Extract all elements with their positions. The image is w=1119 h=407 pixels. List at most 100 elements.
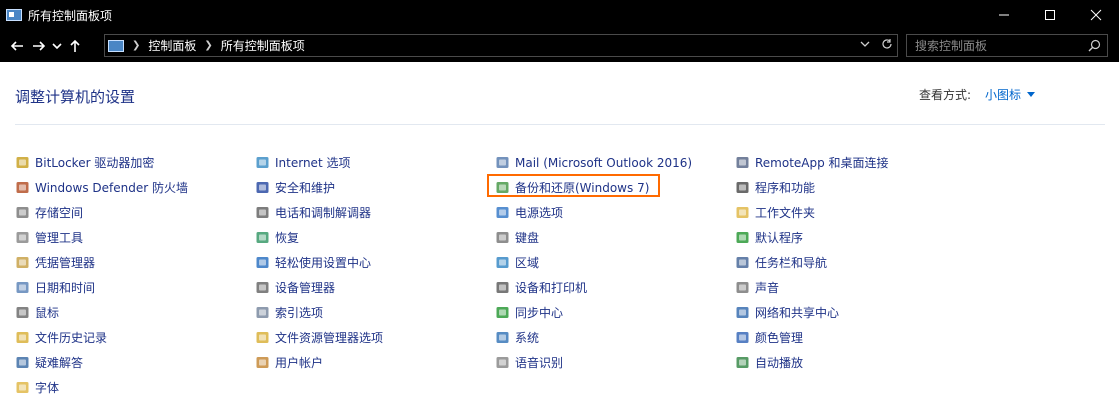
title-bar: 所有控制面板项 — [0, 0, 1119, 30]
control-panel-item-label[interactable]: 鼠标 — [35, 304, 59, 321]
control-panel-item[interactable]: 默认程序 — [735, 225, 889, 250]
breadcrumb-all-items[interactable]: 所有控制面板项 — [221, 37, 305, 54]
search-input[interactable] — [915, 38, 1085, 53]
control-panel-item[interactable]: 键盘 — [495, 225, 692, 250]
view-by-value[interactable]: 小图标 — [985, 86, 1021, 103]
control-panel-item[interactable]: 文件历史记录 — [15, 325, 188, 350]
control-panel-item-label[interactable]: 存储空间 — [35, 204, 83, 221]
control-panel-item-label[interactable]: 任务栏和导航 — [755, 254, 827, 271]
control-panel-item[interactable]: 用户帐户 — [255, 350, 383, 375]
control-panel-item-label[interactable]: 日期和时间 — [35, 279, 95, 296]
control-panel-item[interactable]: 系统 — [495, 325, 692, 350]
control-panel-item[interactable]: 凭据管理器 — [15, 250, 188, 275]
firewall-icon — [15, 180, 30, 195]
control-panel-item-label[interactable]: 区域 — [515, 254, 539, 271]
control-panel-item-label[interactable]: 电源选项 — [515, 204, 563, 221]
control-panel-item[interactable]: 安全和维护 — [255, 175, 383, 200]
control-panel-item-label[interactable]: 颜色管理 — [755, 329, 803, 346]
control-panel-item-label[interactable]: 管理工具 — [35, 229, 83, 246]
control-panel-item-label[interactable]: 系统 — [515, 329, 539, 346]
control-panel-item-label[interactable]: 程序和功能 — [755, 179, 815, 196]
control-panel-item[interactable]: 疑难解答 — [15, 350, 188, 375]
control-panel-item[interactable]: 自动播放 — [735, 350, 889, 375]
control-panel-item[interactable]: 设备和打印机 — [495, 275, 692, 300]
control-panel-item[interactable]: 任务栏和导航 — [735, 250, 889, 275]
control-panel-item-label[interactable]: 电话和调制解调器 — [275, 204, 371, 221]
control-panel-item-label[interactable]: 默认程序 — [755, 229, 803, 246]
network-sharing-icon — [735, 305, 750, 320]
breadcrumb-separator-icon[interactable]: ❯ — [204, 40, 212, 51]
control-panel-item[interactable]: 网络和共享中心 — [735, 300, 889, 325]
control-panel-item-label[interactable]: 同步中心 — [515, 304, 563, 321]
control-panel-item-label[interactable]: 网络和共享中心 — [755, 304, 839, 321]
control-panel-item[interactable]: 声音 — [735, 275, 889, 300]
close-button[interactable] — [1073, 0, 1119, 30]
control-panel-item-label[interactable]: 字体 — [35, 379, 59, 396]
control-panel-item-label[interactable]: 设备和打印机 — [515, 279, 587, 296]
control-panel-item[interactable]: Windows Defender 防火墙 — [15, 175, 188, 200]
forward-button[interactable] — [28, 32, 50, 60]
control-panel-item-label[interactable]: 设备管理器 — [275, 279, 335, 296]
control-panel-item[interactable]: 恢复 — [255, 225, 383, 250]
control-panel-item[interactable]: 区域 — [495, 250, 692, 275]
speech-microphone-icon — [495, 355, 510, 370]
up-button[interactable] — [64, 32, 86, 60]
control-panel-item[interactable]: RemoteApp 和桌面连接 — [735, 150, 889, 175]
control-panel-item-label[interactable]: 文件历史记录 — [35, 329, 107, 346]
control-panel-item[interactable]: 存储空间 — [15, 200, 188, 225]
control-panel-item[interactable]: Mail (Microsoft Outlook 2016) — [495, 150, 692, 175]
breadcrumb-separator-icon[interactable]: ❯ — [132, 40, 140, 51]
control-panel-item[interactable]: 设备管理器 — [255, 275, 383, 300]
control-panel-item-label[interactable]: 恢复 — [275, 229, 299, 246]
address-dropdown-icon[interactable] — [859, 38, 871, 50]
control-panel-item-label[interactable]: 安全和维护 — [275, 179, 335, 196]
recent-locations-button[interactable] — [50, 32, 64, 60]
control-panel-item[interactable]: 颜色管理 — [735, 325, 889, 350]
control-panel-item-label[interactable]: Windows Defender 防火墙 — [35, 179, 188, 196]
control-panel-item[interactable]: 索引选项 — [255, 300, 383, 325]
control-panel-item-label[interactable]: 声音 — [755, 279, 779, 296]
address-bar[interactable]: ❯ 控制面板 ❯ 所有控制面板项 — [104, 34, 898, 57]
device-manager-icon — [255, 280, 270, 295]
address-actions — [859, 38, 893, 50]
control-panel-item[interactable]: BitLocker 驱动器加密 — [15, 150, 188, 175]
breadcrumb-control-panel[interactable]: 控制面板 — [148, 37, 196, 54]
control-panel-item-label[interactable]: 自动播放 — [755, 354, 803, 371]
minimize-button[interactable] — [981, 0, 1027, 30]
control-panel-item[interactable]: 字体 — [15, 375, 188, 400]
control-panel-item-label[interactable]: 索引选项 — [275, 304, 323, 321]
control-panel-item-label[interactable]: 疑难解答 — [35, 354, 83, 371]
maximize-button[interactable] — [1027, 0, 1073, 30]
arrow-left-icon — [10, 41, 23, 51]
view-by-dropdown[interactable]: 小图标 — [985, 86, 1036, 103]
control-panel-item-label[interactable]: Internet 选项 — [275, 154, 350, 171]
control-panel-item-label[interactable]: 语音识别 — [515, 354, 563, 371]
control-panel-item[interactable]: 鼠标 — [15, 300, 188, 325]
control-panel-item[interactable]: 管理工具 — [15, 225, 188, 250]
control-panel-item[interactable]: 电源选项 — [495, 200, 692, 225]
control-panel-item[interactable]: 日期和时间 — [15, 275, 188, 300]
remoteapp-icon — [735, 155, 750, 170]
control-panel-item[interactable]: Internet 选项 — [255, 150, 383, 175]
caret-down-icon[interactable] — [1027, 92, 1036, 97]
control-panel-item-label[interactable]: 用户帐户 — [275, 354, 323, 371]
control-panel-item-label[interactable]: 凭据管理器 — [35, 254, 95, 271]
control-panel-item-label[interactable]: BitLocker 驱动器加密 — [35, 154, 154, 171]
control-panel-item[interactable]: 程序和功能 — [735, 175, 889, 200]
control-panel-item[interactable]: 电话和调制解调器 — [255, 200, 383, 225]
control-panel-item[interactable]: 文件资源管理器选项 — [255, 325, 383, 350]
control-panel-item-label[interactable]: 工作文件夹 — [755, 204, 815, 221]
back-button[interactable] — [6, 32, 28, 60]
control-panel-item[interactable]: 轻松使用设置中心 — [255, 250, 383, 275]
control-panel-item-label[interactable]: 轻松使用设置中心 — [275, 254, 371, 271]
control-panel-item-label[interactable]: 键盘 — [515, 229, 539, 246]
control-panel-item-label[interactable]: Mail (Microsoft Outlook 2016) — [515, 156, 692, 170]
refresh-icon[interactable] — [881, 38, 893, 50]
control-panel-item-label[interactable]: 文件资源管理器选项 — [275, 329, 383, 346]
search-icon[interactable] — [1088, 39, 1101, 52]
window-controls — [981, 0, 1119, 30]
control-panel-item-label[interactable]: RemoteApp 和桌面连接 — [755, 154, 889, 171]
control-panel-item[interactable]: 同步中心 — [495, 300, 692, 325]
control-panel-item[interactable]: 工作文件夹 — [735, 200, 889, 225]
control-panel-item[interactable]: 语音识别 — [495, 350, 692, 375]
